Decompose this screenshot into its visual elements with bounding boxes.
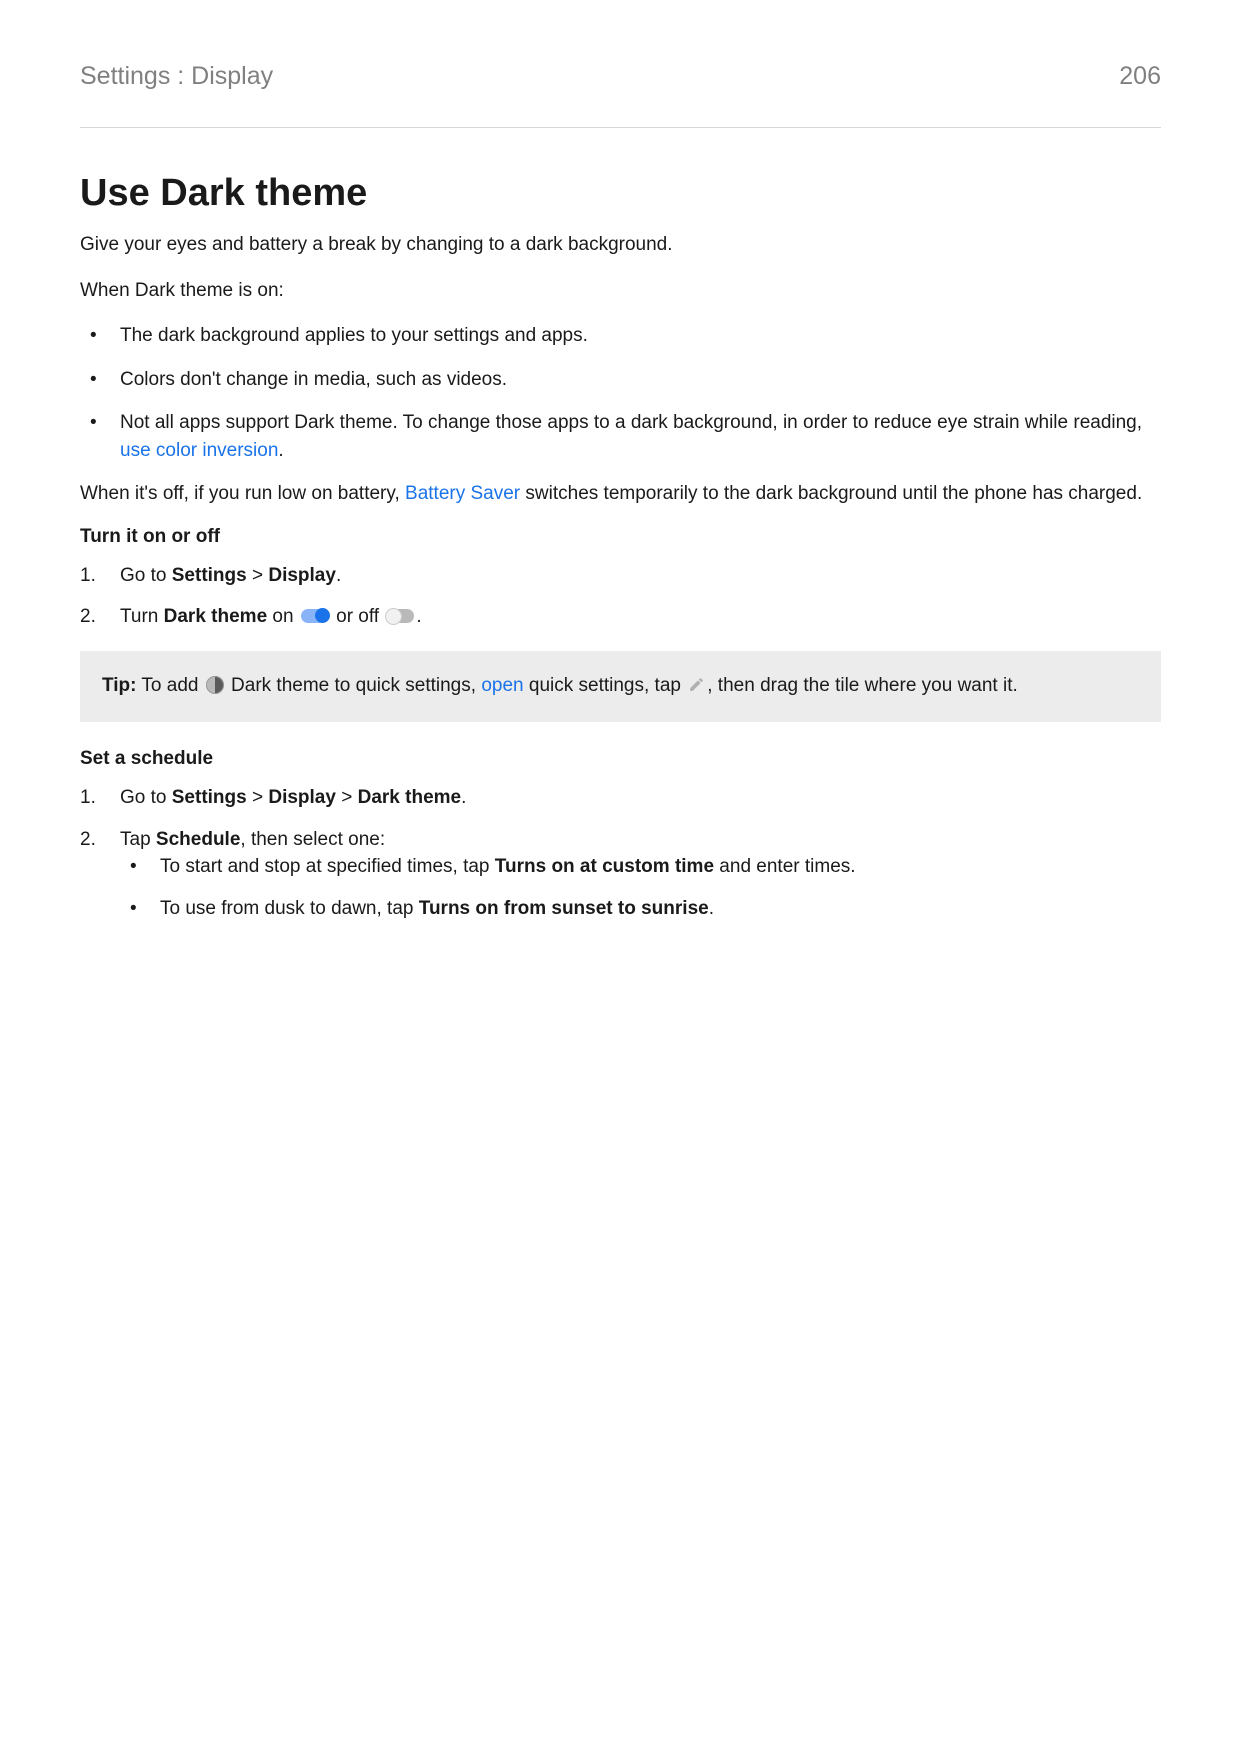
page-number: 206 (1119, 62, 1161, 91)
text: on (267, 606, 299, 627)
settings-label: Settings (172, 787, 247, 808)
text: Go to (120, 787, 172, 808)
list-item: To use from dusk to dawn, tap Turns on f… (120, 895, 1161, 923)
settings-label: Settings (172, 565, 247, 586)
text: Tap (120, 829, 156, 850)
text: . (709, 898, 714, 919)
text: When it's off, if you run low on battery… (80, 483, 405, 504)
text: switches temporarily to the dark backgro… (520, 483, 1142, 504)
text: To use from dusk to dawn, tap (160, 898, 419, 919)
list-item: 2. Tap Schedule, then select one: To sta… (80, 826, 1161, 923)
breadcrumb: Settings : Display (80, 62, 273, 91)
list-item: 1. Go to Settings > Display. (80, 562, 1161, 590)
intro-paragraph: Give your eyes and battery a break by ch… (80, 231, 1161, 259)
schedule-options: To start and stop at specified times, ta… (120, 853, 1161, 922)
text: Dark theme to quick settings, (226, 675, 482, 696)
text: . (416, 606, 421, 627)
display-label: Display (268, 787, 336, 808)
schedule-steps: 1. Go to Settings > Display > Dark theme… (80, 784, 1161, 922)
edit-icon (688, 673, 705, 702)
when-off-paragraph: When it's off, if you run low on battery… (80, 480, 1161, 508)
tip-label: Tip: (102, 675, 136, 696)
battery-saver-link[interactable]: Battery Saver (405, 483, 520, 504)
dark-theme-label: Dark theme (358, 787, 462, 808)
list-item: To start and stop at specified times, ta… (120, 853, 1161, 881)
bullet-list: The dark background applies to your sett… (80, 322, 1161, 464)
color-inversion-link[interactable]: use color inversion (120, 440, 278, 461)
text: > (247, 565, 269, 586)
list-item: The dark background applies to your sett… (80, 322, 1161, 350)
schedule-label: Schedule (156, 829, 240, 850)
toggle-off-icon (386, 609, 414, 623)
text: Not all apps support Dark theme. To chan… (120, 412, 1142, 433)
text: , then select one: (240, 829, 385, 850)
tip-box: Tip: To add Dark theme to quick settings… (80, 651, 1161, 722)
schedule-heading: Set a schedule (80, 748, 1161, 770)
text: > (247, 787, 269, 808)
text: Turn (120, 606, 164, 627)
turn-steps: 1. Go to Settings > Display. 2. Turn Dar… (80, 562, 1161, 631)
text: . (278, 440, 283, 461)
text: , then drag the tile where you want it. (707, 675, 1018, 696)
dark-theme-label: Dark theme (164, 606, 268, 627)
text: > (336, 787, 358, 808)
custom-time-label: Turns on at custom time (495, 856, 714, 877)
text: To add (136, 675, 203, 696)
text: or off (331, 606, 385, 627)
display-label: Display (268, 565, 336, 586)
list-item: Not all apps support Dark theme. To chan… (80, 409, 1161, 464)
when-on-paragraph: When Dark theme is on: (80, 277, 1161, 305)
sunset-sunrise-label: Turns on from sunset to sunrise (419, 898, 709, 919)
page-header: Settings : Display 206 (80, 62, 1161, 128)
text: and enter times. (714, 856, 856, 877)
text: . (336, 565, 341, 586)
list-item: Colors don't change in media, such as vi… (80, 366, 1161, 394)
turn-it-heading: Turn it on or off (80, 526, 1161, 548)
text: Go to (120, 565, 172, 586)
list-item: 1. Go to Settings > Display > Dark theme… (80, 784, 1161, 812)
dark-theme-icon (206, 676, 224, 694)
toggle-on-icon (301, 609, 329, 623)
text: . (461, 787, 466, 808)
text: quick settings, tap (524, 675, 687, 696)
open-link[interactable]: open (481, 675, 523, 696)
list-item: 2. Turn Dark theme on or off . (80, 603, 1161, 631)
text: To start and stop at specified times, ta… (160, 856, 495, 877)
page-title: Use Dark theme (80, 172, 1161, 215)
